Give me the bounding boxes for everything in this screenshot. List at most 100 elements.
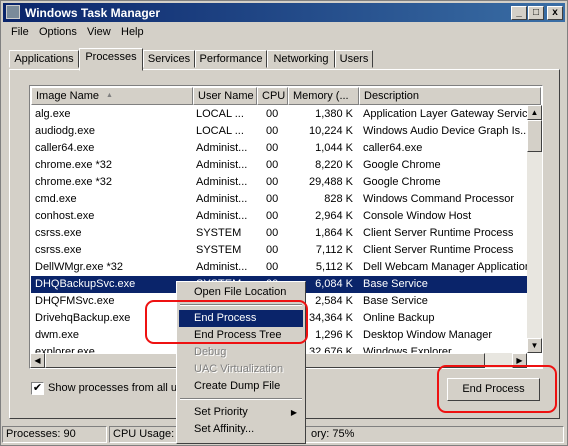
- cell-memory: 2,964 K: [315, 210, 353, 222]
- minimize-button[interactable]: _: [511, 6, 527, 20]
- status-memory-text: ory: 75%: [311, 428, 355, 440]
- maximize-button[interactable]: □: [528, 6, 544, 20]
- menu-options[interactable]: Options: [39, 26, 77, 38]
- cell-description: Dell Webcam Manager Application: [363, 261, 529, 273]
- tab-applications[interactable]: Applications: [9, 50, 79, 68]
- cell-user-name: Administ...: [196, 159, 248, 171]
- scroll-down-icon[interactable]: ▼: [527, 338, 542, 353]
- cell-memory: 29,488 K: [308, 176, 353, 188]
- cell-description: Desktop Window Manager: [363, 329, 493, 341]
- show-all-processes-label[interactable]: Show processes from all us: [48, 382, 183, 394]
- cell-image-name: cmd.exe: [35, 193, 77, 205]
- cell-user-name: Administ...: [196, 261, 248, 273]
- cell-description: Application Layer Gateway Service: [363, 108, 529, 120]
- menu-view[interactable]: View: [87, 26, 111, 38]
- cell-image-name: chrome.exe *32: [35, 176, 113, 188]
- cell-memory: 8,220 K: [315, 159, 353, 171]
- column-user-name[interactable]: User Name: [193, 87, 257, 105]
- cell-description: Google Chrome: [363, 176, 441, 188]
- cell-memory: 5,112 K: [315, 261, 353, 273]
- scroll-left-icon[interactable]: ◀: [30, 353, 45, 368]
- process-row[interactable]: DellWMgr.exe *32 Administ... 00 5,112 K Dell…: [31, 259, 529, 276]
- tab-processes[interactable]: Processes: [79, 48, 143, 71]
- cell-description: Base Service: [363, 278, 428, 290]
- process-row[interactable]: conhost.exe Administ... 00 2,964 K Console W…: [31, 208, 528, 225]
- cell-user-name: LOCAL ...: [196, 108, 244, 120]
- cell-cpu: 00: [266, 125, 279, 137]
- cell-description: Google Chrome: [363, 159, 441, 171]
- cell-description: Base Service: [363, 295, 428, 307]
- menu-item-open-file-location[interactable]: Open File Location: [179, 284, 303, 301]
- tab-performance[interactable]: Performance: [195, 50, 267, 68]
- close-button[interactable]: x: [547, 6, 563, 20]
- cell-memory: 1,380 K: [315, 108, 353, 120]
- tab-services[interactable]: Services: [143, 50, 195, 68]
- process-row[interactable]: csrss.exe SYSTEM 00 1,864 K Client Server Ru…: [31, 225, 528, 242]
- process-row[interactable]: audiodg.exe LOCAL ... 00 10,224 K Windows Au…: [31, 123, 529, 140]
- window-title: Windows Task Manager: [25, 6, 161, 20]
- column-memory[interactable]: Memory (...: [288, 87, 359, 105]
- cell-user-name: LOCAL ...: [196, 125, 244, 137]
- cell-cpu: 00: [266, 227, 279, 239]
- cell-memory: 10,224 K: [308, 125, 353, 137]
- cell-cpu: 00: [266, 244, 279, 256]
- cell-image-name: alg.exe: [35, 108, 71, 120]
- tab-users[interactable]: Users: [335, 50, 373, 68]
- column-image-name-label: Image Name: [36, 90, 99, 102]
- column-header-row: Image Name ▲ User Name CPU Memory (... D…: [31, 87, 541, 105]
- cell-cpu: 00: [266, 108, 279, 120]
- menu-item-set-priority[interactable]: Set Priority ▶: [179, 404, 303, 421]
- cell-image-name: csrss.exe: [35, 244, 82, 256]
- menu-file[interactable]: File: [11, 26, 29, 38]
- column-image-name[interactable]: Image Name ▲: [31, 87, 193, 105]
- annotation-end-process-button-highlight: [437, 365, 557, 413]
- vertical-scroll-thumb[interactable]: [527, 120, 542, 152]
- task-manager-app-icon: [6, 5, 20, 19]
- menu-separator: [180, 398, 302, 400]
- cell-image-name: DellWMgr.exe *32: [35, 261, 124, 273]
- cell-image-name: audiodg.exe: [35, 125, 95, 137]
- menu-item-set-affinity[interactable]: Set Affinity...: [179, 421, 303, 438]
- menu-item-create-dump-file[interactable]: Create Dump File: [179, 378, 303, 395]
- column-cpu[interactable]: CPU: [257, 87, 288, 105]
- menu-item-set-priority-label: Set Priority: [194, 406, 248, 418]
- cell-description: Console Window Host: [363, 210, 472, 222]
- process-row[interactable]: caller64.exe Administ... 00 1,044 K caller64…: [31, 140, 528, 157]
- cell-description: Windows Audio Device Graph Is...: [363, 125, 529, 137]
- process-row[interactable]: cmd.exe Administ... 00 828 K Windows Command…: [31, 191, 528, 208]
- cell-cpu: 00: [266, 210, 279, 222]
- cell-description: caller64.exe: [363, 142, 423, 154]
- submenu-arrow-icon: ▶: [290, 408, 297, 417]
- menu-item-debug: Debug: [194, 346, 227, 358]
- cell-user-name: Administ...: [196, 142, 248, 154]
- show-all-processes-checkbox[interactable]: ✔: [31, 382, 44, 395]
- annotation-end-process-menu-highlight: [145, 300, 308, 344]
- sort-ascending-icon: ▲: [106, 92, 113, 99]
- cell-memory: 1,864 K: [315, 227, 353, 239]
- process-row[interactable]: csrss.exe SYSTEM 00 7,112 K Client Server Ru…: [31, 242, 528, 259]
- cell-user-name: Administ...: [196, 210, 248, 222]
- cell-memory: 1,044 K: [315, 142, 353, 154]
- cell-image-name: chrome.exe *32: [35, 159, 113, 171]
- cell-cpu: 00: [266, 159, 279, 171]
- vertical-scrollbar[interactable]: ▲ ▼: [527, 105, 542, 353]
- status-processes: Processes: 90: [2, 426, 107, 443]
- cell-cpu: 00: [266, 176, 279, 188]
- column-description[interactable]: Description: [359, 87, 541, 105]
- process-row[interactable]: chrome.exe *32 Administ... 00 8,220 K Google…: [31, 157, 528, 174]
- cell-user-name: Administ...: [196, 193, 248, 205]
- cell-image-name: conhost.exe: [35, 210, 95, 222]
- cell-cpu: 00: [266, 142, 279, 154]
- cell-memory: 7,112 K: [315, 244, 353, 256]
- cell-cpu: 00: [266, 261, 279, 273]
- scroll-up-icon[interactable]: ▲: [527, 105, 542, 120]
- cell-user-name: SYSTEM: [196, 244, 242, 256]
- status-memory: ory: 75%: [301, 426, 564, 443]
- cell-image-name: caller64.exe: [35, 142, 95, 154]
- cell-description: Client Server Runtime Process: [363, 227, 514, 239]
- process-row[interactable]: chrome.exe *32 Administ... 00 29,488 K Googl…: [31, 174, 528, 191]
- menu-help[interactable]: Help: [121, 26, 144, 38]
- tab-networking[interactable]: Networking: [267, 50, 335, 68]
- process-row[interactable]: alg.exe LOCAL ... 00 1,380 K Application Lay…: [31, 106, 529, 123]
- title-bar[interactable]: Windows Task Manager _ □ x: [3, 3, 565, 22]
